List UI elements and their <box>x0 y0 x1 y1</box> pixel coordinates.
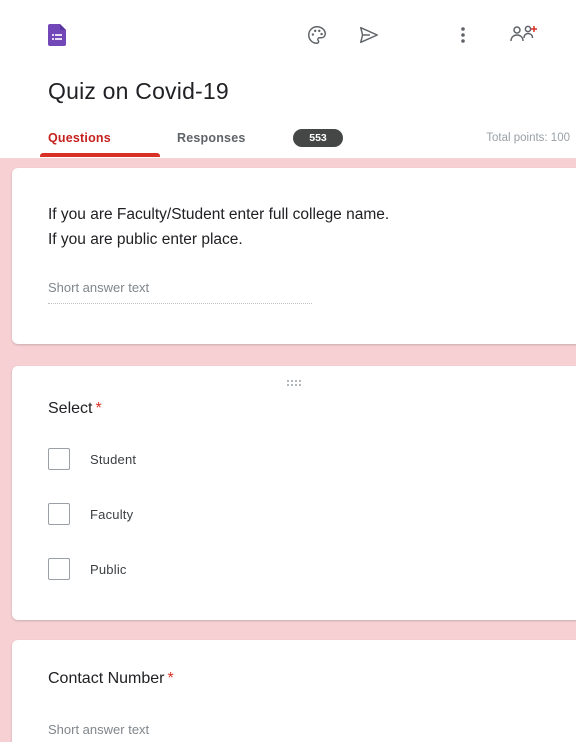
checkbox[interactable] <box>48 558 70 580</box>
checkbox[interactable] <box>48 448 70 470</box>
option-label: Student <box>90 451 137 467</box>
total-points: Total points: 100 <box>486 132 570 144</box>
form-editor-page: Quiz on Covid-19 Questions Responses 553… <box>0 0 576 742</box>
required-asterisk: * <box>167 670 174 687</box>
top-bar <box>0 0 576 70</box>
checkbox-option-student[interactable]: Student <box>48 447 136 471</box>
short-answer-field: Short answer text <box>48 722 312 742</box>
add-collaborator-icon[interactable] <box>508 20 538 50</box>
send-icon[interactable] <box>354 20 384 50</box>
tab-questions[interactable]: Questions <box>48 131 111 145</box>
checkbox[interactable] <box>48 503 70 525</box>
question-card-college[interactable]: If you are Faculty/Student enter full co… <box>12 168 576 344</box>
option-label: Public <box>90 561 127 577</box>
short-answer-field: Short answer text <box>48 280 312 304</box>
question-card-select[interactable]: Select * Student Faculty Public <box>12 366 576 620</box>
checkbox-option-faculty[interactable]: Faculty <box>48 502 133 526</box>
active-tab-indicator <box>40 153 160 157</box>
drag-handle-icon[interactable] <box>286 374 302 386</box>
responses-count-badge: 553 <box>293 129 343 147</box>
tab-bar: Questions Responses 553 Total points: 10… <box>0 120 576 158</box>
palette-icon[interactable] <box>302 20 332 50</box>
required-asterisk: * <box>95 400 102 417</box>
question-title-text: Contact Number <box>48 670 165 687</box>
question-text: If you are Faculty/Student enter full co… <box>48 202 576 252</box>
question-card-contact[interactable]: Contact Number * Short answer text <box>12 640 576 742</box>
question-title: Select * <box>48 400 102 418</box>
option-label: Faculty <box>90 506 134 522</box>
question-text-line-2: If you are public enter place. <box>48 231 243 248</box>
more-vert-icon[interactable] <box>448 20 478 50</box>
form-title[interactable]: Quiz on Covid-19 <box>48 78 229 105</box>
question-title: Contact Number * <box>48 670 174 688</box>
question-text-line-1: If you are Faculty/Student enter full co… <box>48 206 390 223</box>
tab-responses[interactable]: Responses <box>177 131 246 145</box>
forms-app-icon[interactable] <box>48 24 66 46</box>
question-title-text: Select <box>48 400 93 417</box>
checkbox-option-public[interactable]: Public <box>48 557 127 581</box>
